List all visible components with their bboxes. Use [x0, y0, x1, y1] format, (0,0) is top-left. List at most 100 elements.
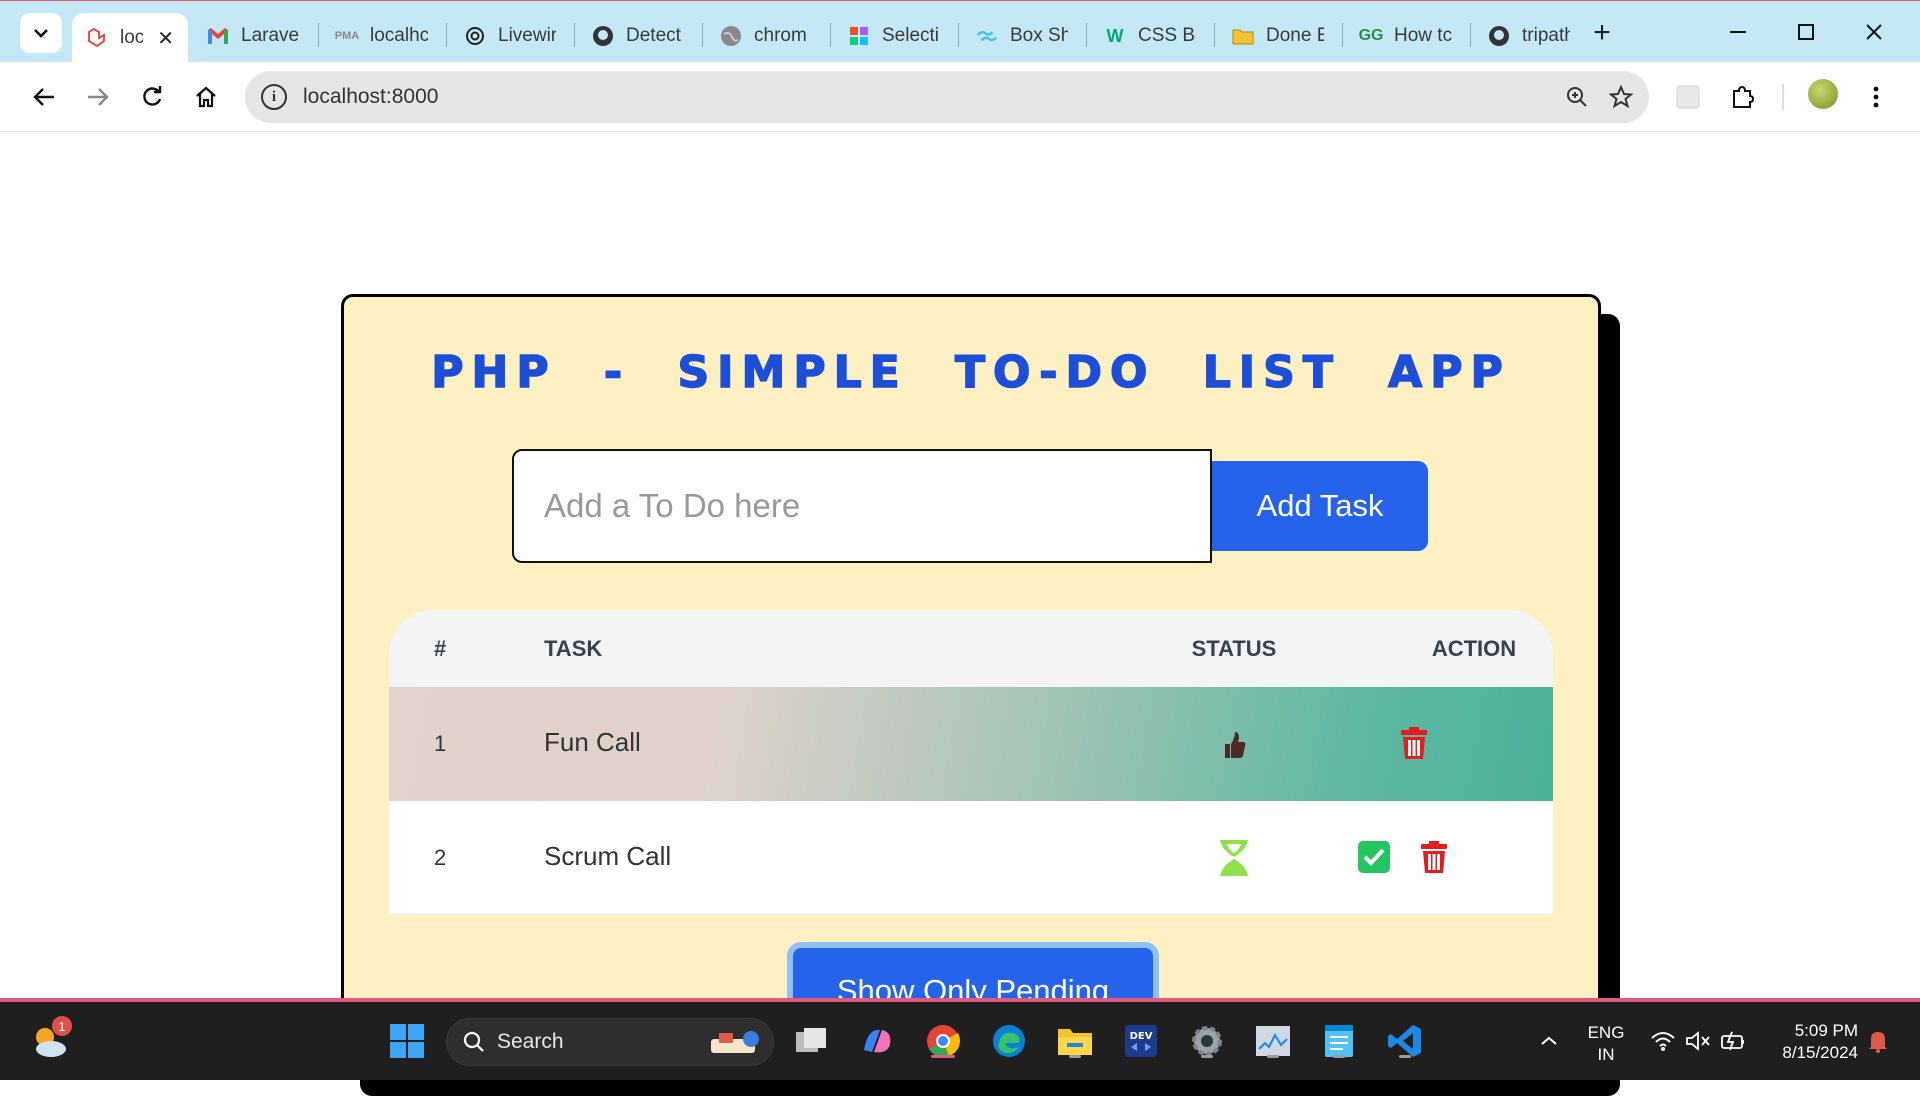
page-viewport: PHP - SIMPLE TO-DO LIST APP Add Task # T… — [10, 133, 1910, 1096]
tab-title: Box Sh — [1010, 25, 1068, 46]
openai-icon — [464, 25, 486, 47]
close-tab-icon[interactable]: ✕ — [157, 26, 174, 51]
complete-button[interactable] — [1355, 838, 1393, 876]
tab-separator — [1470, 23, 1471, 47]
wifi-icon — [1651, 1032, 1675, 1051]
close-window-button[interactable] — [1854, 15, 1894, 49]
toolbar-divider — [1782, 84, 1784, 110]
language-indicator[interactable]: ENG IN — [1578, 1022, 1634, 1066]
url-text[interactable]: localhost:8000 — [303, 85, 438, 109]
taskbar-vscode[interactable] — [1382, 1018, 1428, 1064]
address-bar[interactable]: i localhost:8000 — [245, 71, 1649, 123]
bookmark-star-icon[interactable] — [1607, 83, 1635, 111]
tab-how-to[interactable]: GG How tc — [1346, 13, 1466, 59]
clock[interactable]: 5:09 PM 8/15/2024 — [1762, 1020, 1858, 1064]
delete-button[interactable] — [1394, 723, 1434, 763]
tab-separator — [318, 23, 319, 47]
taskbar-edge[interactable] — [986, 1018, 1032, 1064]
tab-title: loc — [120, 27, 144, 48]
tab-css-box[interactable]: W CSS Bo — [1090, 13, 1210, 59]
minimize-button[interactable] — [1718, 15, 1758, 49]
profile-avatar[interactable] — [1808, 79, 1838, 109]
puzzle-icon — [1733, 85, 1754, 108]
row-task: Fun Call — [544, 727, 641, 757]
table-header: # TASK STATUS ACTION — [389, 610, 1553, 687]
battery-status[interactable] — [1710, 1018, 1756, 1064]
taskbar-settings[interactable] — [1184, 1018, 1230, 1064]
taskbar-devtoys[interactable]: DEV — [1118, 1018, 1164, 1064]
laravel-icon — [86, 27, 108, 49]
reload-button[interactable] — [134, 79, 170, 115]
gear-icon — [1192, 1026, 1222, 1056]
tab-title: localhc — [370, 25, 428, 46]
extensions-button[interactable] — [1724, 79, 1760, 115]
tab-title: chrom — [754, 25, 807, 46]
tab-separator — [1214, 23, 1215, 47]
taskbar-chrome[interactable] — [920, 1018, 966, 1064]
tab-detect[interactable]: Detect — [578, 13, 698, 59]
checkbox-checked-icon — [1358, 841, 1390, 873]
tab-localhost[interactable]: loc ✕ — [72, 13, 188, 63]
taskbar-file-explorer[interactable] — [1052, 1018, 1098, 1064]
battery-charging-icon — [1721, 1031, 1744, 1051]
running-indicator — [931, 1055, 955, 1058]
vscode-icon — [1388, 1025, 1421, 1057]
maximize-button[interactable] — [1786, 15, 1826, 49]
minimize-icon — [1730, 31, 1746, 33]
maximize-icon — [1798, 24, 1814, 40]
app-title: PHP - SIMPLE TO-DO LIST APP — [431, 346, 1511, 399]
notepad-icon — [1325, 1025, 1353, 1057]
notifications-button[interactable] — [1855, 1018, 1901, 1064]
w3schools-icon: W — [1106, 25, 1124, 46]
header-action: ACTION — [1431, 636, 1517, 661]
windows-icon — [390, 1024, 424, 1058]
weather-widget[interactable]: 1 — [26, 1016, 72, 1064]
extension-tile[interactable] — [1670, 79, 1706, 115]
region-code: IN — [1597, 1045, 1615, 1064]
volume-muted-icon — [1686, 1031, 1710, 1051]
folder-icon — [1058, 1029, 1092, 1055]
home-button[interactable] — [188, 79, 224, 115]
tab-title: Detect — [626, 25, 681, 46]
taskbar-task-manager[interactable] — [1250, 1018, 1296, 1064]
tab-title: Livewir — [498, 25, 556, 46]
start-button[interactable] — [384, 1018, 430, 1064]
delete-button[interactable] — [1414, 837, 1454, 877]
task-view-button[interactable] — [788, 1018, 834, 1064]
phpmyadmin-icon: PMA — [334, 30, 360, 42]
back-button[interactable] — [26, 79, 62, 115]
language-code: ENG — [1587, 1023, 1625, 1042]
copilot-button[interactable] — [854, 1018, 900, 1064]
tab-search-button[interactable] — [20, 13, 62, 53]
tab-selection[interactable]: Selecti — [834, 13, 954, 59]
tab-separator — [830, 23, 831, 47]
add-task-button[interactable]: Add Task — [1212, 461, 1428, 551]
tab-livewire[interactable]: Livewir — [450, 13, 570, 59]
new-tab-button[interactable]: + — [1586, 16, 1618, 49]
tab-separator — [702, 23, 703, 47]
tab-laravel[interactable]: Laravel — [193, 13, 313, 59]
arrow-left-icon — [33, 88, 54, 106]
site-info-icon[interactable]: i — [261, 84, 287, 110]
tab-phpmyadmin[interactable]: PMA localhc — [322, 13, 442, 59]
menu-button[interactable] — [1858, 79, 1894, 115]
row-task: Scrum Call — [544, 841, 672, 871]
taskbar-search[interactable]: Search — [446, 1018, 774, 1066]
show-hidden-icons-button[interactable] — [1526, 1018, 1572, 1064]
forward-button[interactable] — [80, 79, 116, 115]
close-icon — [1866, 24, 1882, 40]
tab-chrome[interactable]: chrom — [706, 13, 826, 59]
zoom-icon[interactable] — [1563, 83, 1591, 111]
copilot-icon — [864, 1029, 891, 1053]
tab-done[interactable]: Done E — [1218, 13, 1338, 59]
table-row: 2 Scrum Call — [389, 801, 1553, 915]
taskbar-notepad[interactable] — [1316, 1018, 1362, 1064]
tab-box-shadow[interactable]: Box Sh — [962, 13, 1082, 59]
search-icon — [463, 1031, 484, 1052]
tab-tripath[interactable]: tripath — [1474, 13, 1584, 59]
geeksforgeeks-icon: GG — [1358, 27, 1384, 44]
todo-input[interactable] — [512, 449, 1212, 563]
figma-icon — [848, 25, 870, 47]
hourglass-icon — [1214, 837, 1254, 879]
running-indicator — [1201, 1055, 1213, 1058]
